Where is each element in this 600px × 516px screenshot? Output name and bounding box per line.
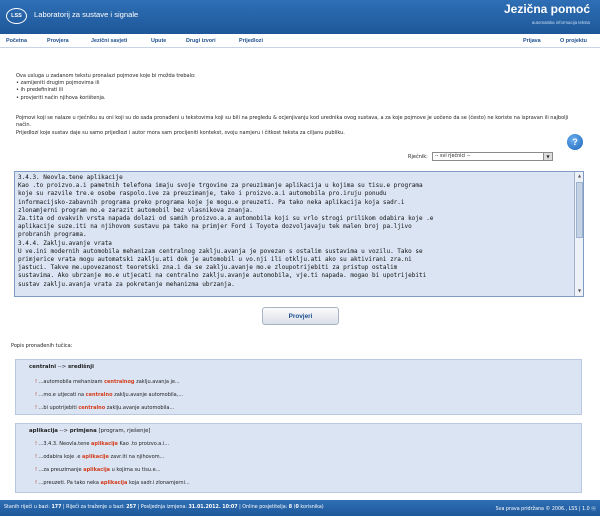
- text-input-area[interactable]: 3.4.3. Neovla.tene aplikacije Kao .to pro…: [14, 171, 584, 297]
- header-bar: LSS Laboratorij za sustave i signale Jez…: [0, 0, 600, 34]
- app-title[interactable]: Laboratorij za sustave i signale: [34, 10, 138, 19]
- lss-logo[interactable]: LSS: [6, 8, 27, 24]
- check-button[interactable]: Provjeri: [262, 307, 339, 325]
- result-term: centralni: [29, 364, 57, 370]
- text-input-line[interactable]: jastuci. Takve me.upovezanost teoretski …: [18, 264, 566, 272]
- result-occurrence[interactable]: ! ...za preuzimanje aplikacija u kojima …: [35, 467, 160, 473]
- intro-paragraph-1: Pojmovi koji se nalaze u rječniku su oni…: [16, 115, 569, 129]
- chevron-down-icon[interactable]: ▼: [543, 153, 552, 160]
- intro-bullet: zamijeniti drugim pojmovima ili: [16, 80, 576, 87]
- result-term: aplikacija: [29, 428, 58, 434]
- brand-subtitle: automatska informacija teksta: [531, 20, 590, 25]
- text-input-line[interactable]: sustavima. Ako ubrzanje mo.e utjecati na…: [18, 272, 566, 280]
- nav-pocetna[interactable]: Početna: [6, 38, 27, 44]
- result-occurrence[interactable]: ! ...automobila mehanizam centralnog zak…: [35, 379, 180, 385]
- result-occurrence[interactable]: ! ...bi upotrijebiti centralno zaklju.av…: [35, 405, 174, 411]
- nav-prijedlozi[interactable]: Prijedlozi: [239, 38, 263, 44]
- result-occurrence[interactable]: ! ...mo.e utjecati na centralno zaklju.a…: [35, 392, 183, 398]
- help-icon[interactable]: ?: [567, 134, 583, 150]
- intro-explanation: Pojmovi koji se nalaze u rječniku su oni…: [16, 115, 576, 137]
- scroll-up-icon[interactable]: ▲: [576, 173, 583, 180]
- text-input-line[interactable]: U ve.ini modernih automobila mehanizam c…: [18, 248, 566, 256]
- text-input-line[interactable]: zlonamjerni program mo.e zarazit automob…: [18, 207, 566, 215]
- text-input-line[interactable]: koje su razvile tre.e osobe raspolo.ive …: [18, 190, 566, 198]
- main-nav: Početna Provjera Jezični savjeti Upute D…: [0, 34, 600, 48]
- result-occurrence[interactable]: ! ...odabira koje .e aplikacije zavr.iti…: [35, 454, 164, 460]
- brand-title: Jezična pomoć: [503, 2, 590, 16]
- intro-text: Ova usluga u zadanom tekstu pronalazi po…: [16, 73, 576, 102]
- text-input-line[interactable]: probranih programa.: [18, 231, 566, 239]
- nav-drugi-izvori[interactable]: Drugi izvori: [186, 38, 216, 44]
- result-replacement: središnji: [67, 364, 94, 370]
- result-replacement: primjena: [69, 428, 97, 434]
- text-input-line[interactable]: Za.tita od ovakvih vrsta napada dolazi o…: [18, 215, 566, 223]
- footer-stats: Stanih riječi u bazi: 177 | Riječi za tr…: [4, 505, 324, 510]
- text-input-scrollbar[interactable]: ▲ ▼: [574, 172, 583, 296]
- intro-paragraph-2: Prijedlozi koje sustav daje su samo prij…: [16, 129, 345, 136]
- text-input-line[interactable]: Kao .to proizvo.a.i pametnih telefona im…: [18, 182, 566, 190]
- dictionary-selected: -- svi rječnici --: [435, 154, 471, 159]
- text-input-line[interactable]: primjerice vrata mogu automatski zaklju.…: [18, 256, 566, 264]
- result-occurrence[interactable]: ! ...preuzeti. Pa tako neka aplikacija k…: [35, 480, 190, 486]
- result-group-aplikacija: aplikacija --> primjena [program, rješen…: [15, 423, 582, 493]
- nav-provjera[interactable]: Provjera: [47, 38, 69, 44]
- text-input-line[interactable]: aplikacije suze.iti na njihovom sustavu …: [18, 223, 566, 231]
- nav-jezicni-savjeti[interactable]: Jezični savjeti: [91, 38, 127, 44]
- scroll-down-icon[interactable]: ▼: [576, 288, 583, 295]
- dictionary-label: Rječnik:: [408, 154, 428, 160]
- intro-lead: Ova usluga u zadanom tekstu pronalazi po…: [16, 73, 196, 79]
- nav-upute[interactable]: Upute: [151, 38, 166, 44]
- footer-bar: Stanih riječi u bazi: 177 | Riječi za tr…: [0, 500, 600, 516]
- intro-bullet: provjeriti način njihova korištenja.: [16, 95, 576, 102]
- result-term-head: aplikacija --> primjena [program, rješen…: [29, 428, 151, 434]
- intro-bullet: ih predefinirati ili: [16, 87, 576, 94]
- footer-copyright: Sva prava pridržana © 2006., LSS | 1.0 ⓦ: [495, 507, 596, 512]
- dictionary-select[interactable]: -- svi rječnici -- ▼: [432, 152, 553, 161]
- result-occurrence[interactable]: ! ...3.4.3. Neovla.tene aplikacije Kao .…: [35, 441, 169, 447]
- text-input-line[interactable]: sustav zaklju.avanja vrata za pokretanje…: [18, 281, 566, 289]
- intro-bullets: zamijeniti drugim pojmovima ili ih prede…: [16, 80, 576, 102]
- text-input-content[interactable]: 3.4.3. Neovla.tene aplikacije Kao .to pro…: [18, 174, 566, 291]
- result-group-centralni: centralni --> središnji ! ...automobila …: [15, 359, 582, 415]
- text-input-line[interactable]: informacijsko-zabavnih programa preko pr…: [18, 199, 566, 207]
- result-term-head: centralni --> središnji: [29, 364, 94, 370]
- scroll-thumb[interactable]: [576, 182, 583, 238]
- nav-o-projektu[interactable]: O projektu: [560, 38, 587, 44]
- nav-prijava[interactable]: Prijava: [523, 38, 541, 44]
- results-label: Popis pronađenih tučica:: [11, 343, 73, 349]
- text-input-line[interactable]: 3.4.3. Neovla.tene aplikacije: [18, 174, 566, 182]
- text-input-line[interactable]: 3.4.4. Zaklju.avanje vrata: [18, 240, 566, 248]
